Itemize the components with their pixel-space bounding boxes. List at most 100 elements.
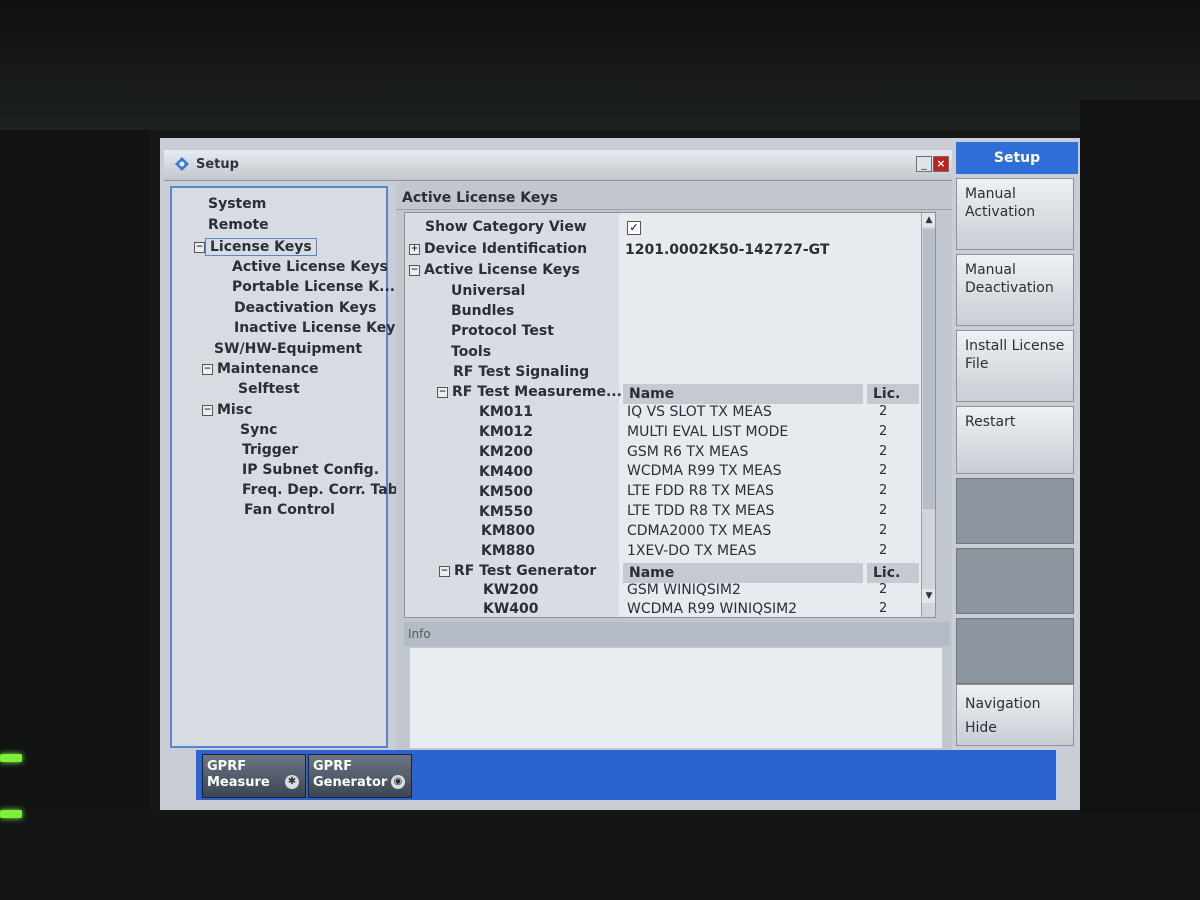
minimize-button[interactable]: _ — [916, 156, 932, 172]
tree-item-remote[interactable]: Remote — [208, 217, 269, 237]
install-license-file-button[interactable]: Install License File — [956, 330, 1074, 402]
grid-tree-item[interactable]: KM012 — [479, 424, 533, 444]
grid-tree-item[interactable]: KM200 — [479, 444, 533, 464]
grid-tree-item[interactable]: KM500 — [479, 484, 533, 504]
grid-tree-label: Show Category View — [425, 219, 587, 235]
collapse-icon[interactable]: − — [202, 404, 213, 416]
meas-lic-column-header: Lic. — [867, 384, 919, 404]
grid-tree-item[interactable]: Protocol Test — [451, 323, 554, 343]
tree-item-label: Fan Control — [244, 502, 335, 518]
gen-name-column-header: Name — [623, 563, 863, 583]
tree-item-label: Selftest — [238, 381, 300, 397]
grid-tree-item[interactable]: KW400 — [483, 601, 539, 617]
grid-tree-label: KM800 — [481, 523, 536, 539]
active-license-keys-panel: Active License Keys Show Category View + D… — [396, 182, 952, 750]
tree-item-misc[interactable]: − Misc — [202, 402, 252, 422]
grid-tree-label: Tools — [451, 344, 492, 360]
grid-tree-item[interactable]: KM011 — [479, 404, 533, 424]
collapse-icon[interactable]: − — [194, 241, 205, 253]
gprf-generator-label-1: GPRF — [313, 759, 353, 774]
tree-item-ip-subnet-config[interactable]: IP Subnet Config. — [242, 462, 379, 482]
info-label: Info — [404, 622, 950, 646]
grid-tree-item[interactable]: − Active License Keys — [409, 262, 580, 282]
tree-item-label: System — [208, 196, 267, 212]
scroll-up-icon[interactable]: ▲ — [922, 213, 935, 227]
tree-item-fan-control[interactable]: Fan Control — [244, 502, 335, 522]
instrument-bezel-right — [1080, 100, 1200, 900]
collapse-icon[interactable]: − — [409, 264, 420, 276]
empty-softkey-1 — [956, 478, 1074, 544]
measure-icon: ✱ — [285, 775, 299, 789]
license-name: WCDMA R99 TX MEAS — [627, 463, 782, 480]
softkey-panel: Setup Manual Activation Manual Deactivat… — [956, 142, 1080, 746]
close-button[interactable]: × — [933, 156, 949, 172]
license-count: 2 — [879, 443, 888, 459]
grid-tree-label: Device Identification — [424, 241, 588, 257]
license-count: 2 — [879, 582, 888, 597]
expand-icon[interactable]: + — [409, 243, 420, 255]
collapse-icon[interactable]: − — [202, 363, 213, 375]
grid-tree-label: RF Test Signaling — [453, 364, 590, 380]
grid-tree-item[interactable]: Universal — [451, 283, 525, 303]
restart-button[interactable]: Restart — [956, 406, 1074, 474]
grid-tree-item[interactable]: RF Test Signaling — [453, 364, 589, 384]
tree-item-deactivation-keys[interactable]: Deactivation Keys — [234, 300, 376, 320]
tree-item-active-license-keys[interactable]: Active License Keys — [232, 259, 388, 279]
generator-icon: ◉ — [391, 775, 405, 789]
tree-item-label: Remote — [208, 217, 269, 233]
gen-lic-column-header: Lic. — [867, 563, 919, 583]
tree-item-freq-dep-corr-tab[interactable]: Freq. Dep. Corr. Tab... — [242, 482, 414, 502]
instrument-bezel-left — [0, 130, 150, 900]
grid-tree-label: Active License Keys — [424, 262, 580, 278]
collapse-icon[interactable]: − — [437, 386, 448, 398]
tree-item-selftest[interactable]: Selftest — [238, 381, 300, 401]
meas-name-column-header: Name — [623, 384, 863, 404]
grid-vertical-scrollbar[interactable]: ▲ ▼ — [921, 213, 935, 617]
collapse-icon[interactable]: − — [439, 565, 450, 577]
gprf-generator-tab[interactable]: GPRF Generator ◉ — [308, 754, 412, 798]
tree-item-sw-hw-equipment[interactable]: SW/HW-Equipment — [214, 341, 362, 361]
tree-item-maintenance[interactable]: − Maintenance — [202, 361, 319, 381]
grid-tree-item[interactable]: Bundles — [451, 303, 514, 323]
grid-tree-label: KM400 — [479, 464, 534, 480]
tree-item-inactive-license-keys[interactable]: Inactive License Keys — [234, 320, 404, 340]
tree-item-label: Freq. Dep. Corr. Tab... — [242, 482, 414, 498]
license-count: 2 — [879, 503, 888, 518]
grid-tree-item[interactable]: KM880 — [481, 543, 535, 563]
setup-icon — [175, 157, 189, 171]
grid-tree-item[interactable]: KM400 — [479, 464, 533, 484]
grid-tree-item[interactable]: − RF Test Measureme... — [437, 384, 622, 404]
gprf-measure-tab[interactable]: GPRF Measure ✱ — [202, 754, 306, 798]
hide-label: Hide — [965, 720, 997, 736]
tree-item-sync[interactable]: Sync — [240, 422, 277, 442]
grid-tree-item[interactable]: + Device Identification — [409, 241, 587, 261]
grid-tree-item[interactable]: KM550 — [479, 504, 533, 524]
show-category-view-checkbox[interactable]: ✓ — [627, 221, 641, 235]
grid-tree-label: KM500 — [479, 484, 534, 500]
scroll-down-icon[interactable]: ▼ — [922, 589, 935, 603]
license-name: LTE FDD R8 TX MEAS — [627, 483, 774, 500]
grid-tree-item[interactable]: KM800 — [481, 523, 535, 543]
status-led-bottom — [0, 810, 22, 818]
grid-tree-item[interactable]: Tools — [451, 344, 491, 364]
manual-activation-button[interactable]: Manual Activation — [956, 178, 1074, 250]
grid-tree-item[interactable]: Show Category View — [425, 219, 587, 239]
grid-tree-item[interactable]: − RF Test Generator — [439, 563, 596, 583]
grid-tree-item[interactable]: KW200 — [483, 582, 539, 602]
license-count: 2 — [879, 404, 888, 419]
tree-item-label: SW/HW-Equipment — [214, 341, 363, 357]
navigation-label: Navigation — [965, 696, 1041, 712]
tree-item-license-keys[interactable]: − License Keys — [194, 238, 317, 258]
setup-window-titlebar: Setup _ × — [164, 150, 952, 181]
tree-item-label: Misc — [217, 402, 253, 418]
license-name: MULTI EVAL LIST MODE — [627, 423, 789, 440]
tree-item-portable-license-k[interactable]: Portable License K... — [232, 279, 395, 299]
scrollbar-thumb[interactable] — [923, 229, 935, 509]
tree-item-trigger[interactable]: Trigger — [242, 442, 298, 462]
license-name: 1XEV-DO TX MEAS — [627, 542, 757, 559]
softkey-header: Setup — [956, 142, 1078, 174]
navigation-hide-button[interactable]: Navigation Hide — [956, 684, 1074, 746]
license-count: 2 — [879, 601, 888, 616]
manual-deactivation-button[interactable]: Manual Deactivation — [956, 254, 1074, 326]
tree-item-system[interactable]: System — [208, 196, 266, 216]
